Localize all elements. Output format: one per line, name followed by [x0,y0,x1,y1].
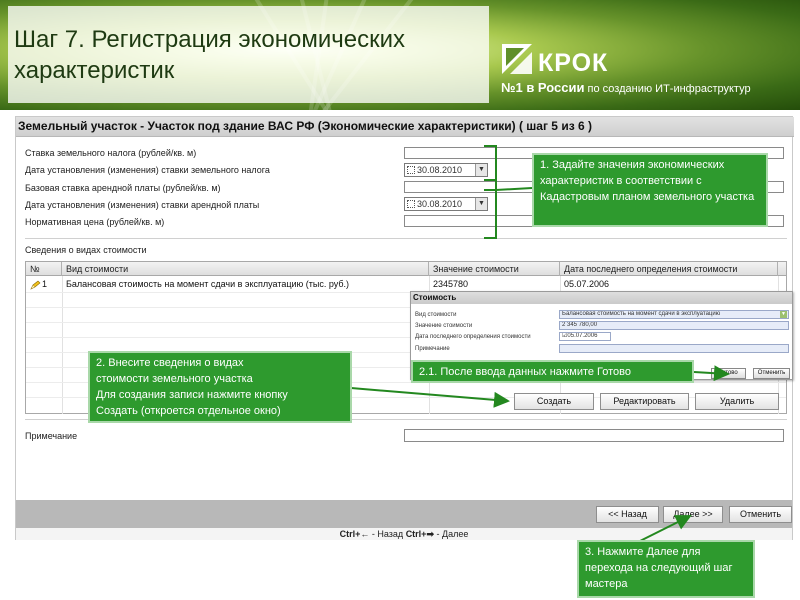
logo-tagline: №1 в России по созданию ИТ-инфраструктур [501,80,761,97]
cancel-button[interactable]: Отменить [729,506,792,523]
dialog-cost-date-label: Дата последнего определения стоимости [415,334,531,340]
dialog-cost-value-label: Значение стоимости [415,323,473,329]
dialog-note-input[interactable] [559,344,789,353]
land-tax-date-value: 30.08.2010 [417,165,463,175]
callout-2-line-1: 2. Внесите сведения о видах [96,357,244,369]
logo-tagline-strong: №1 в России [501,80,585,95]
row-number: 1 [42,279,48,289]
note-input[interactable] [404,429,784,442]
create-button[interactable]: Создать [514,393,594,410]
callout-2-line-3: Для создания записи нажмите кнопку [96,389,288,401]
cost-value-cell: 2345780 [433,279,469,289]
rent-rate-date-value: 30.08.2010 [417,199,463,209]
table-header: № Вид стоимости Значение стоимости Дата … [26,262,786,276]
chevron-down-icon[interactable]: ▼ [475,164,487,176]
table-row[interactable]: 1 Балансовая стоимость на момент сдачи в… [26,277,786,292]
dialog-cost-type-value: Балансовая стоимость на момент сдачи в э… [562,311,721,317]
krok-logo-icon [502,44,532,74]
next-button[interactable]: Далее >> [663,506,723,523]
dialog-note-label: Примечание [415,346,450,352]
divider [25,238,787,239]
shortcut-next-text: - Далее [434,529,469,539]
land-tax-date-picker[interactable]: 30.08.2010 ▼ [404,163,488,177]
edit-button[interactable]: Редактировать [600,393,689,410]
dialog-cost-date-value: 05.07.2006 [567,333,598,339]
slide-title: Шаг 7. Регистрация экономических характе… [14,24,484,86]
wizard-nav-bar: << Назад Далее >> Отменить [16,500,792,528]
column-header-cost-type[interactable]: Вид стоимости [62,262,429,276]
dialog-cost-date-picker[interactable]: ☑05.07.2006 [559,332,611,341]
logo-tagline-rest: по созданию ИТ-инфраструктур [584,83,751,95]
base-rent-rate-label: Базовая ставка арендной платы (рублей/кв… [25,183,221,193]
dialog-cancel-button[interactable]: Отменить [753,368,790,379]
delete-button[interactable]: Удалить [695,393,779,410]
chevron-down-icon[interactable]: ▼ [780,311,787,318]
dialog-ok-button[interactable]: Готово [711,368,746,379]
chevron-down-icon[interactable]: ▼ [475,198,487,210]
column-header-cost-date[interactable]: Дата последнего определения стоимости [560,262,778,276]
shortcut-hint-bar: Ctrl+← - Назад Ctrl+➡ - Далее [16,528,792,540]
back-button[interactable]: << Назад [596,506,659,523]
rent-rate-date-picker[interactable]: 30.08.2010 ▼ [404,197,488,211]
slide-title-line-2: характеристик [14,57,175,84]
rent-rate-date-label: Дата установления (изменения) ставки аре… [25,200,260,210]
land-tax-date-checkbox[interactable] [407,166,415,174]
callout-2: 2. Внесите сведения о видах стоимости зе… [88,351,352,423]
land-tax-date-label: Дата установления (изменения) ставки зем… [25,165,270,175]
wizard-title: Земельный участок - Участок под здание В… [16,117,794,137]
pencil-edit-icon [30,280,41,290]
rent-rate-date-checkbox[interactable] [407,200,415,208]
dialog-cost-value-input[interactable]: 2 345 780,00 [559,321,789,330]
row-number-cell: 1 [26,277,62,292]
cost-date-cell: 05.07.2006 [564,279,610,289]
shortcut-back-text: - Назад [369,529,406,539]
normative-price-label: Нормативная цена (рублей/кв. м) [25,217,165,227]
callout-3: 3. Нажмите Далее для перехода на следующ… [577,540,755,598]
land-tax-rate-label: Ставка земельного налога (рублей/кв. м) [25,148,197,158]
arrow-right-icon: ➡ [426,529,434,539]
logo-text: КРОК [538,49,609,77]
dialog-cost-type-label: Вид стоимости [415,312,457,318]
cost-type-cell: Балансовая стоимость на момент сдачи в э… [66,279,350,289]
callout-2-line-4: Создать (откроется отдельное окно) [96,405,281,417]
callout-2-line-2: стоимости земельного участка [96,373,253,385]
column-header-cost-value[interactable]: Значение стоимости [429,262,560,276]
cost-section-label: Сведения о видах стоимости [25,245,147,255]
cost-dialog-title: Стоимость [411,292,792,304]
shortcut-ctrl-next: Ctrl+ [405,529,427,539]
note-label: Примечание [25,431,78,441]
callout-1: 1. Задайте значения экономических характ… [532,153,768,227]
callout-2-1: 2.1. После ввода данных нажмите Готово [411,360,694,383]
shortcut-ctrl-back: Ctrl+ [339,529,361,539]
column-header-number[interactable]: № [26,262,62,276]
column-divider [62,276,63,414]
dialog-cost-type-select[interactable]: Балансовая стоимость на момент сдачи в э… [559,310,789,319]
slide-title-line-1: Шаг 7. Регистрация экономических [14,26,406,53]
